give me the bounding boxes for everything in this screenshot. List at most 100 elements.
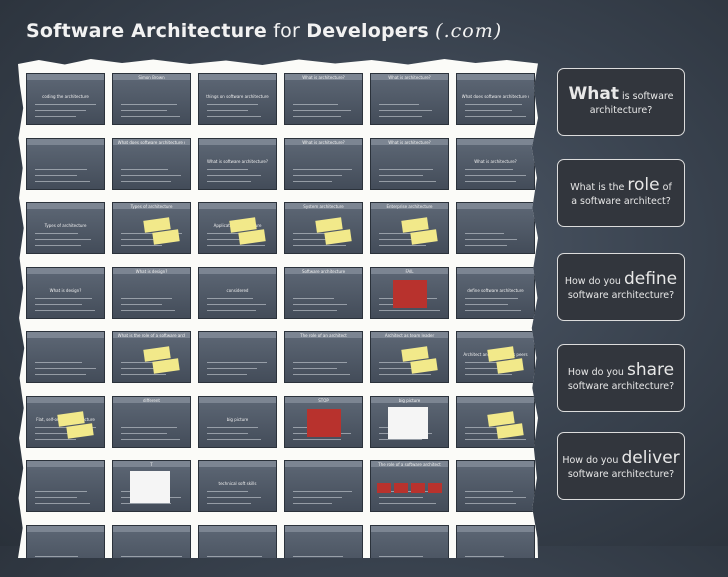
slide-thumbnail[interactable]: things on software architecture <box>198 73 277 125</box>
slide-thumbnail[interactable]: Types of architecture <box>26 202 105 254</box>
slide-header-bar <box>27 332 104 338</box>
slide-text-line <box>207 562 252 563</box>
slide-thumbnail[interactable]: Architect and manager as peers <box>456 331 535 383</box>
question-what: What is software architecture? <box>557 68 685 136</box>
slide-text-line <box>465 568 507 569</box>
slide-thumbnail[interactable]: define software architecture <box>456 266 535 319</box>
slide-thumbnail[interactable] <box>26 524 105 558</box>
slide-text-line <box>120 180 171 182</box>
slide-thumbnail[interactable]: Simon Brown <box>112 73 191 125</box>
slide-header-bar <box>457 74 534 80</box>
slide-thumbnail[interactable]: Software architecture <box>284 266 363 319</box>
slide-thumbnail[interactable] <box>26 331 105 383</box>
slide-thumbnail[interactable]: detail <box>456 395 535 448</box>
slide-text-line <box>34 104 97 105</box>
slide-thumbnail[interactable] <box>456 202 535 254</box>
slide-thumbnail[interactable]: T <box>112 460 191 512</box>
slide-thumbnail[interactable]: What is architecture? <box>284 73 363 125</box>
slide-thumbnail[interactable]: What is design? <box>26 266 105 319</box>
red-sign <box>392 279 427 308</box>
slide-thumbnail[interactable]: Enterprise architecture <box>370 202 449 254</box>
slide-thumbnail[interactable]: big picture <box>198 395 277 448</box>
slide-thumbnail[interactable]: What is architecture? <box>456 137 535 190</box>
slide-text-line <box>464 303 508 305</box>
slide-thumbnail[interactable] <box>26 137 105 190</box>
slide-thumbnail[interactable]: What is software architecture? <box>198 137 277 190</box>
slide-text-line <box>120 303 163 305</box>
slide-title: What is architecture? <box>388 75 431 80</box>
slide-header-bar <box>113 525 190 532</box>
slide-grid: coding the architecture Simon Brown things… <box>26 73 535 569</box>
slide-text-line <box>464 497 527 498</box>
slide-text-line <box>464 309 521 311</box>
slide-text-line <box>378 116 422 117</box>
slide-thumbnail[interactable]: coding the architecture <box>26 73 105 125</box>
slide-text-line <box>293 562 333 563</box>
slide-thumbnail[interactable]: The role of an architect <box>284 331 363 383</box>
slide-header-bar <box>27 203 104 209</box>
slide-thumbnail[interactable] <box>112 524 191 558</box>
slide-text-line <box>34 374 86 375</box>
q2-pre: What is the <box>570 181 625 193</box>
sticky-note <box>410 229 438 245</box>
q3-pre: How do you <box>564 275 621 287</box>
slide-title: FAIL <box>405 268 414 274</box>
slide-thumbnail[interactable]: Architect as team leader <box>370 331 449 383</box>
slide-thumbnail[interactable] <box>456 460 535 512</box>
slide-text-line <box>292 174 342 176</box>
slide-thumbnail[interactable]: What is architecture? <box>370 137 449 190</box>
slide-thumbnail[interactable]: System architecture <box>284 202 363 254</box>
slide-text-line <box>206 438 261 440</box>
q2-big: role <box>627 174 660 195</box>
slide-thumbnail[interactable]: What is design? <box>112 266 191 319</box>
slide-text-line <box>464 174 527 176</box>
slide-thumbnail[interactable] <box>198 331 277 383</box>
slide-thumbnail[interactable]: FAIL <box>370 266 449 319</box>
slide-thumbnail[interactable]: technical soft skills <box>198 460 277 512</box>
slide-thumbnail[interactable]: considered <box>198 266 277 319</box>
q3-post: software architecture? <box>567 289 675 301</box>
slide-title: Architect as team leader <box>384 333 435 338</box>
slide-title: What is software architecture? <box>206 158 269 164</box>
q4-post: software architecture? <box>567 380 675 392</box>
slide-thumbnail[interactable]: STOP <box>284 395 363 448</box>
slide-text-line <box>120 555 182 557</box>
slide-text-line <box>34 303 82 305</box>
question-define: How do you define software architecture? <box>557 253 685 321</box>
slide-text-line <box>206 432 248 434</box>
slide-thumbnail[interactable] <box>284 524 363 563</box>
slide-thumbnail[interactable]: different <box>112 395 191 448</box>
slide-text-line <box>464 110 513 111</box>
slide-thumbnail[interactable]: Flat, self-organising structure <box>26 395 105 448</box>
slide-text-line <box>120 374 167 375</box>
slide-thumbnail[interactable] <box>370 524 449 558</box>
slide-thumbnail[interactable]: Application architecture <box>198 202 277 254</box>
slide-thumbnail[interactable]: What does software architecture mean? <box>112 137 191 190</box>
slide-header-bar <box>371 525 448 532</box>
slide-thumbnail[interactable]: The role of a software architect <box>370 460 449 512</box>
sticky-note <box>152 358 180 374</box>
slide-thumbnail[interactable]: Types of architecture <box>112 202 191 254</box>
slide-thumbnail[interactable]: big picture <box>370 395 449 448</box>
slide-thumbnail[interactable]: What is architecture? <box>370 73 449 125</box>
slide-thumbnail[interactable]: What is the role of a software architect… <box>112 331 191 383</box>
q1-big: What <box>568 83 619 104</box>
slide-thumbnail[interactable]: What does software architecture mean? <box>456 73 535 125</box>
slide-title: different <box>143 397 160 403</box>
slide-thumbnail[interactable] <box>456 524 535 569</box>
slide-text-line <box>34 368 96 369</box>
slide-thumbnail[interactable] <box>198 524 277 563</box>
title-part-4: (.com) <box>435 20 503 42</box>
slide-text-line <box>292 503 332 504</box>
q5-big: deliver <box>621 447 680 468</box>
slide-thumbnail[interactable]: What is architecture? <box>284 137 363 190</box>
slide-title: What is the role of a software architect… <box>117 333 186 338</box>
slide-title: big picture <box>398 397 421 403</box>
slide-thumbnail[interactable] <box>26 460 105 512</box>
slide-title: What is architecture? <box>474 158 517 164</box>
slide-thumbnail[interactable] <box>284 460 363 512</box>
question-role: What is the role of a software architect… <box>557 159 685 227</box>
slide-text-line <box>292 168 352 170</box>
slide-text-line <box>120 168 168 170</box>
slide-text-line <box>464 104 523 105</box>
